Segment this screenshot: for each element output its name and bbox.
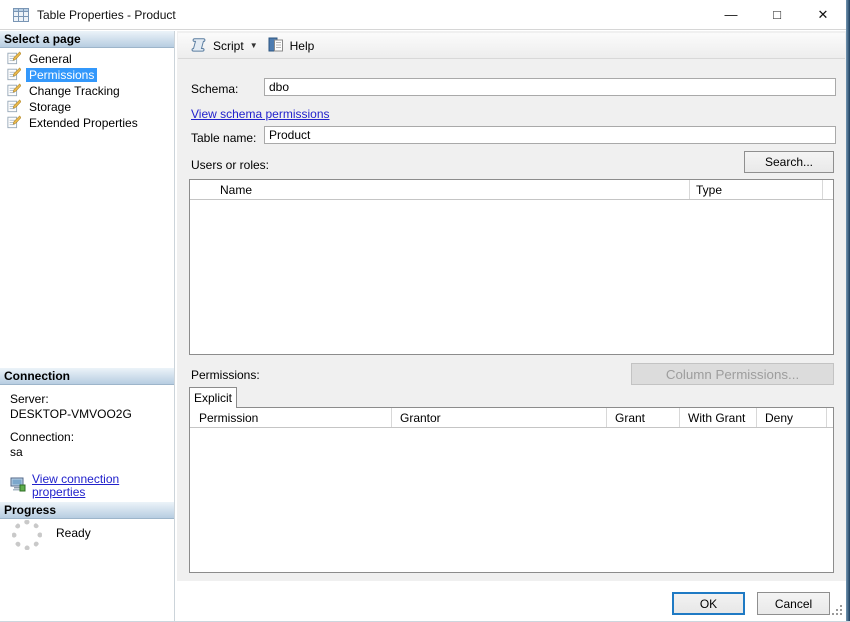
users-column-name[interactable]: Name [190, 180, 690, 199]
page-icon [7, 99, 21, 116]
help-button[interactable]: Help [290, 39, 315, 53]
users-column-filler [823, 180, 833, 199]
maximize-button[interactable]: □ [754, 0, 800, 29]
page-icon [7, 115, 21, 132]
progress-status-text: Ready [56, 526, 91, 550]
perm-column-permission[interactable]: Permission [190, 408, 392, 427]
table-name-label: Table name: [191, 131, 256, 145]
perm-column-filler [827, 408, 833, 427]
select-a-page-header: Select a page [0, 31, 174, 48]
script-icon [190, 37, 208, 55]
sidebar-item-change-tracking[interactable]: Change Tracking [0, 83, 174, 99]
cancel-button[interactable]: Cancel [757, 592, 830, 615]
perm-column-with-grant[interactable]: With Grant [680, 408, 757, 427]
title-bar[interactable]: Table Properties - Product — □ ✕ [0, 0, 846, 30]
sidebar-item-storage[interactable]: Storage [0, 99, 174, 115]
progress-status: Ready [12, 520, 91, 550]
search-button[interactable]: Search... [744, 151, 834, 173]
table-name-field[interactable] [264, 126, 836, 144]
connection-info: Server: DESKTOP-VMVOO2G Connection: sa V… [10, 391, 172, 499]
sidebar-item-label: Extended Properties [26, 116, 141, 130]
table-icon [13, 8, 29, 22]
page-icon [7, 67, 21, 84]
page-tree: General Permissions [0, 51, 174, 131]
help-icon [268, 37, 285, 55]
column-permissions-button[interactable]: Column Permissions... [631, 363, 834, 385]
table-properties-dialog: Table Properties - Product — □ ✕ Select … [0, 0, 850, 622]
sidebar-item-general[interactable]: General [0, 51, 174, 67]
users-column-type[interactable]: Type [690, 180, 823, 199]
page-icon [7, 83, 21, 100]
perm-column-grant[interactable]: Grant [607, 408, 680, 427]
server-label: Server: [10, 393, 172, 406]
progress-header: Progress [0, 502, 174, 519]
sidebar-item-label: Storage [26, 100, 74, 114]
schema-label: Schema: [191, 82, 238, 96]
sidebar-item-permissions[interactable]: Permissions [0, 67, 174, 83]
sidebar-item-extended-properties[interactable]: Extended Properties [0, 115, 174, 131]
progress-spinner-icon [12, 520, 42, 550]
sidebar-item-label: Change Tracking [26, 84, 123, 98]
perm-column-deny[interactable]: Deny [757, 408, 827, 427]
sidebar: Select a page General [0, 31, 175, 621]
main-panel: Script ▼ Help Schema: View schema permis… [177, 31, 846, 581]
permissions-grid-header: Permission Grantor Grant With Grant Deny [190, 408, 833, 428]
script-button[interactable]: Script [213, 39, 244, 53]
schema-field[interactable] [264, 78, 836, 96]
permissions-label: Permissions: [191, 368, 260, 382]
users-grid-header: Name Type [190, 180, 833, 200]
server-value: DESKTOP-VMVOO2G [10, 408, 172, 421]
ok-button[interactable]: OK [672, 592, 745, 615]
minimize-button[interactable]: — [708, 0, 754, 29]
connection-value: sa [10, 446, 172, 459]
toolbar: Script ▼ Help [178, 33, 845, 59]
close-button[interactable]: ✕ [800, 0, 846, 29]
window-accent-border [846, 0, 850, 621]
connection-header: Connection [0, 368, 174, 385]
window-controls: — □ ✕ [708, 0, 846, 29]
perm-column-grantor[interactable]: Grantor [392, 408, 607, 427]
sidebar-item-label: Permissions [26, 68, 97, 82]
tab-explicit[interactable]: Explicit [189, 387, 237, 408]
resize-grip[interactable] [832, 605, 842, 615]
connection-properties-icon [10, 477, 26, 495]
users-or-roles-label: Users or roles: [191, 158, 269, 172]
window-title: Table Properties - Product [37, 8, 176, 22]
script-dropdown-arrow-icon[interactable]: ▼ [250, 41, 258, 50]
permissions-grid[interactable]: Permission Grantor Grant With Grant Deny [189, 407, 834, 573]
page-icon [7, 51, 21, 68]
view-connection-properties-link[interactable]: View connection properties [32, 473, 172, 499]
sidebar-item-label: General [26, 52, 75, 66]
users-roles-grid[interactable]: Name Type [189, 179, 834, 355]
connection-label: Connection: [10, 431, 172, 444]
view-schema-permissions-link[interactable]: View schema permissions [191, 107, 330, 121]
